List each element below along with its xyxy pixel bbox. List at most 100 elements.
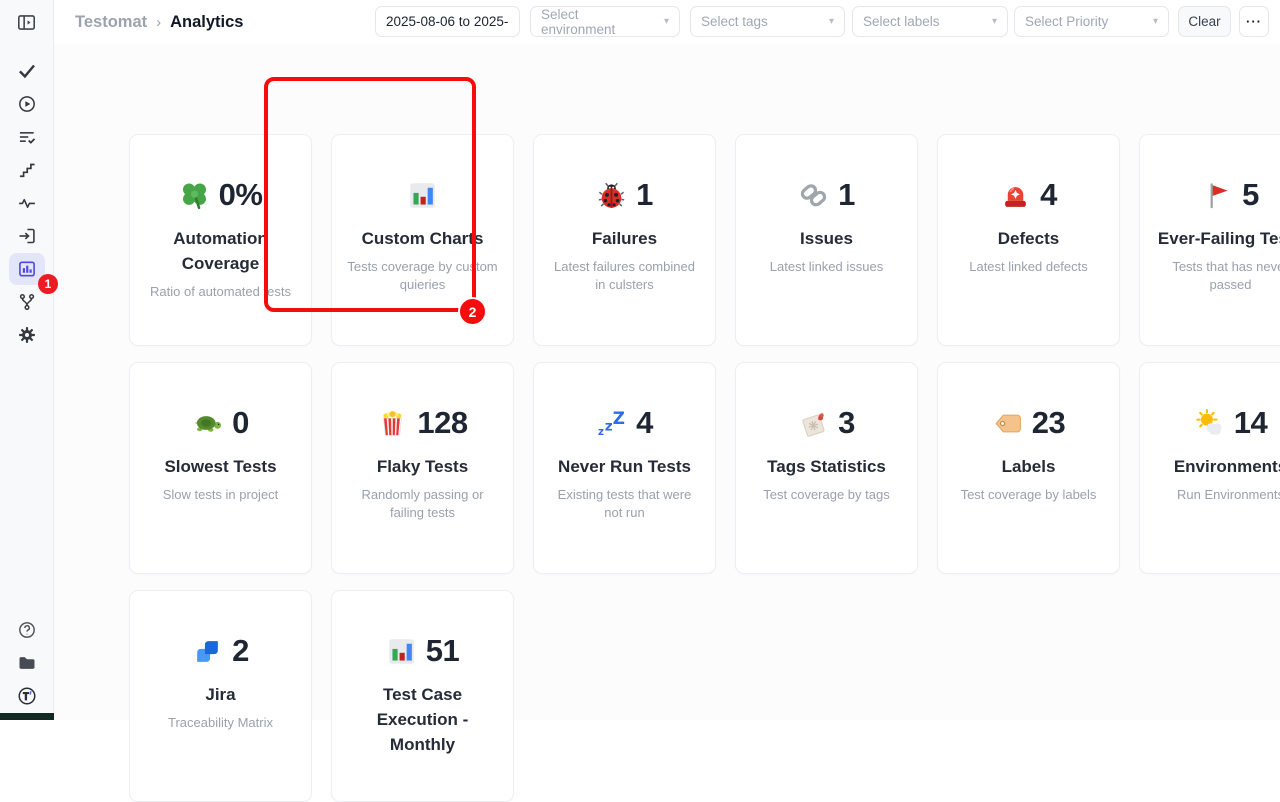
analytics-icon [17,259,37,279]
card-subtitle: Latest linked defects [953,258,1105,276]
card-stat [332,177,513,213]
card-subtitle: Test coverage by labels [953,486,1105,504]
card-title: Slowest Tests [146,454,296,479]
card-subtitle: Tests coverage by custom quieries [347,258,499,293]
sidebar-item-testomat-logo[interactable] [9,680,45,712]
card-title: Custom Charts [348,226,498,251]
sidebar-item-import[interactable] [9,220,45,252]
card-value: 23 [1032,405,1065,441]
chevron-down-icon: ▾ [992,16,997,27]
sidebar-nav [9,55,45,351]
breadcrumb-project[interactable]: Testomat [75,13,147,32]
card-defects[interactable]: 4 Defects Latest linked defects [937,134,1120,346]
card-test-case-execution-monthly[interactable]: 51Test Case Execution - Monthly [331,590,514,802]
sidebar-item-folder[interactable] [9,647,45,679]
clover-icon [179,180,210,211]
card-stat: 1 [534,177,715,213]
filter-select-tags[interactable]: Select tags▾ [690,6,845,37]
sidebar-notification-badge: 1 [38,274,58,294]
card-value: 51 [426,633,459,669]
link-icon [798,180,829,211]
sidebar-item-gear[interactable] [9,319,45,351]
sidebar-item-pulse[interactable] [9,187,45,219]
gear-icon [17,325,37,345]
card-title: Defects [954,226,1104,251]
card-issues[interactable]: 1IssuesLatest linked issues [735,134,918,346]
folder-icon [17,653,37,673]
card-title: Issues [752,226,902,251]
card-automation-coverage[interactable]: 0%Automation CoverageRatio of automated … [129,134,312,346]
more-options-button[interactable]: ··· [1239,6,1269,37]
select-placeholder: Select labels [863,14,940,29]
tag-icon [992,408,1023,439]
sidebar-item-list-check[interactable] [9,121,45,153]
tag-tilted-icon [798,408,829,439]
card-value: 5 [1242,177,1259,213]
turtle-icon [192,408,223,439]
card-ever-failing-tests[interactable]: 5 Ever-Failing Tests Tests that has never … [1139,134,1280,346]
select-placeholder: Select environment [541,7,656,37]
filter-select-environment[interactable]: Select environment▾ [530,6,680,37]
testomat-logo-icon [17,686,37,706]
card-labels[interactable]: 23LabelsTest coverage by labels [937,362,1120,574]
bar-chart-icon [407,180,438,211]
clear-filters-button[interactable]: Clear [1178,6,1231,37]
card-stat: 14 [1140,405,1280,441]
card-flaky-tests[interactable]: 128Flaky TestsRandomly passing or failin… [331,362,514,574]
card-title: Tags Statistics [752,454,902,479]
card-value: 0 [232,405,249,441]
svg-text:Z: Z [613,408,625,428]
sidebar-item-play-circle[interactable] [9,88,45,120]
ladybug-icon [596,180,627,211]
flag-icon [1202,180,1233,211]
jira-icon [192,636,223,667]
card-title: Ever-Failing Tests [1156,226,1280,251]
card-value: 2 [232,633,249,669]
card-stat: zzZ4 [534,405,715,441]
sidebar-toggle-button[interactable] [9,6,45,38]
sidebar-item-steps[interactable] [9,154,45,186]
card-subtitle: Latest failures combined in culsters [549,258,701,293]
card-stat: 1 [736,177,917,213]
siren-icon [1000,180,1031,211]
card-subtitle: Traceability Matrix [145,714,297,732]
card-failures[interactable]: 1FailuresLatest failures combined in cul… [533,134,716,346]
sidebar-item-checkmark[interactable] [9,55,45,87]
card-tags-statistics[interactable]: 3Tags StatisticsTest coverage by tags [735,362,918,574]
list-check-icon [17,127,37,147]
import-icon [17,226,37,246]
card-never-run-tests[interactable]: zzZ4Never Run TestsExisting tests that w… [533,362,716,574]
card-stat: 3 [736,405,917,441]
card-value: 14 [1234,405,1267,441]
card-stat: 4 [938,177,1119,213]
card-stat: 128 [332,405,513,441]
card-slowest-tests[interactable]: 0Slowest TestsSlow tests in project [129,362,312,574]
card-title: Automation Coverage [146,226,296,276]
chevron-down-icon: ▾ [1153,16,1158,27]
panel-toggle-icon [16,12,37,33]
card-value: 0% [219,177,263,213]
chevron-down-icon: ▾ [829,16,834,27]
card-title: Flaky Tests [348,454,498,479]
date-range-input[interactable] [375,6,520,37]
card-subtitle: Run Environments [1155,486,1280,504]
sidebar-item-branch[interactable] [9,286,45,318]
card-title: Never Run Tests [550,454,700,479]
sidebar-item-help[interactable] [9,614,45,646]
card-stat: 5 [1140,177,1280,213]
sun-cloud-icon [1194,408,1225,439]
sidebar [0,0,54,720]
filter-select-priority[interactable]: Select Priority ▾ [1014,6,1169,37]
svg-text:z: z [605,418,613,434]
play-circle-icon [17,94,37,114]
branch-icon [17,292,37,312]
breadcrumb-separator: › [156,14,161,31]
card-subtitle: Tests that has never passed [1155,258,1280,293]
card-jira[interactable]: 2JiraTraceability Matrix [129,590,312,802]
card-stat: 2 [130,633,311,669]
filter-select-labels[interactable]: Select labels ▾ [852,6,1008,37]
select-placeholder: Select Priority [1025,14,1108,29]
card-stat: 23 [938,405,1119,441]
card-stat: 0% [130,177,311,213]
card-environments[interactable]: 14EnvironmentsRun Environments [1139,362,1280,574]
